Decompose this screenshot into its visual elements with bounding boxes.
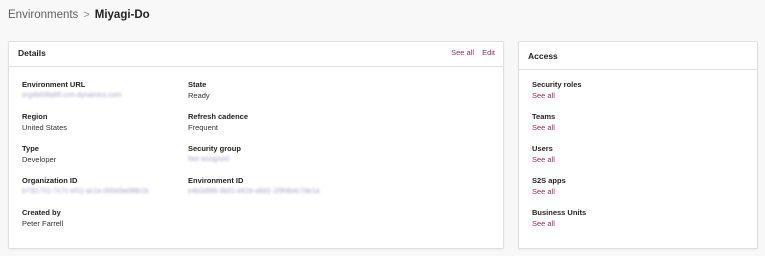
- field-label: Security group: [188, 144, 241, 153]
- access-item-label: Teams: [532, 112, 556, 121]
- access-item-label: Security roles: [532, 80, 582, 89]
- s2s-apps-see-all-link[interactable]: See all: [532, 186, 566, 197]
- field-region: Region United States: [22, 112, 67, 133]
- access-item-label: Business Units: [532, 208, 587, 217]
- refresh-cadence-value: Frequent: [188, 123, 219, 132]
- business-units-see-all-link[interactable]: See all: [532, 218, 586, 229]
- details-see-all-link[interactable]: See all: [451, 48, 474, 57]
- field-refresh-cadence: Refresh cadence Frequent: [188, 112, 248, 133]
- access-title: Access: [528, 51, 558, 61]
- breadcrumb-environments-link[interactable]: Environments: [8, 9, 78, 21]
- state-value: Ready: [188, 91, 210, 100]
- field-security-group: Security group Not assigned: [188, 144, 241, 165]
- access-item-s2s-apps: S2S apps See all: [532, 176, 566, 197]
- field-created-by: Created by Peter Farrell: [22, 208, 63, 229]
- access-card-header: Access: [519, 42, 757, 70]
- field-label: Type: [22, 144, 39, 153]
- page-title: Miyagi-Do: [94, 9, 150, 21]
- field-label: Region: [22, 112, 48, 121]
- field-label: Environment ID: [188, 176, 244, 185]
- access-item-teams: Teams See all: [532, 112, 555, 133]
- access-item-business-units: Business Units See all: [532, 208, 586, 229]
- details-card: Details See all Edit Environment URL org…: [8, 41, 504, 249]
- details-title: Details: [18, 48, 46, 58]
- type-value: Developer: [22, 155, 57, 164]
- access-item-label: Users: [532, 144, 553, 153]
- access-item-users: Users See all: [532, 144, 555, 165]
- field-label: Refresh cadence: [188, 112, 249, 121]
- field-label: Organization ID: [22, 176, 78, 185]
- field-environment-url: Environment URL org4b03fa85.crm.dynamics…: [22, 80, 122, 101]
- details-card-header: Details See all Edit: [9, 42, 503, 67]
- breadcrumb-separator: >: [83, 9, 90, 21]
- field-label: Environment URL: [22, 80, 86, 89]
- environment-id-value: e4b3d9f8-3b01-e61b-a6d1-1f9f4b4c7de1a: [188, 188, 320, 195]
- details-edit-link[interactable]: Edit: [482, 48, 495, 57]
- security-group-value[interactable]: Not assigned: [188, 154, 241, 165]
- users-see-all-link[interactable]: See all: [532, 154, 555, 165]
- region-value: United States: [22, 123, 68, 132]
- field-organization-id: Organization ID b73f1701-7c7c-ef11-ac1e-…: [22, 176, 148, 197]
- field-label: State: [188, 80, 207, 89]
- field-label: Created by: [22, 208, 61, 217]
- access-item-label: S2S apps: [532, 176, 566, 185]
- access-card: Access Security roles See all Teams See …: [518, 41, 758, 249]
- access-item-security-roles: Security roles See all: [532, 80, 582, 101]
- security-roles-see-all-link[interactable]: See all: [532, 90, 582, 101]
- environment-url-value[interactable]: org4b03fa85.crm.dynamics.com: [22, 90, 122, 101]
- teams-see-all-link[interactable]: See all: [532, 122, 555, 133]
- created-by-value: Peter Farrell: [22, 219, 64, 228]
- field-environment-id: Environment ID e4b3d9f8-3b01-e61b-a6d1-1…: [188, 176, 320, 197]
- organization-id-value: b73f1701-7c7c-ef11-ac1e-000d3a0f8b1b: [22, 188, 149, 195]
- breadcrumb: Environments > Miyagi-Do: [8, 9, 150, 21]
- field-type: Type Developer: [22, 144, 56, 165]
- details-header-actions: See all Edit: [451, 48, 495, 57]
- field-state: State Ready: [188, 80, 210, 101]
